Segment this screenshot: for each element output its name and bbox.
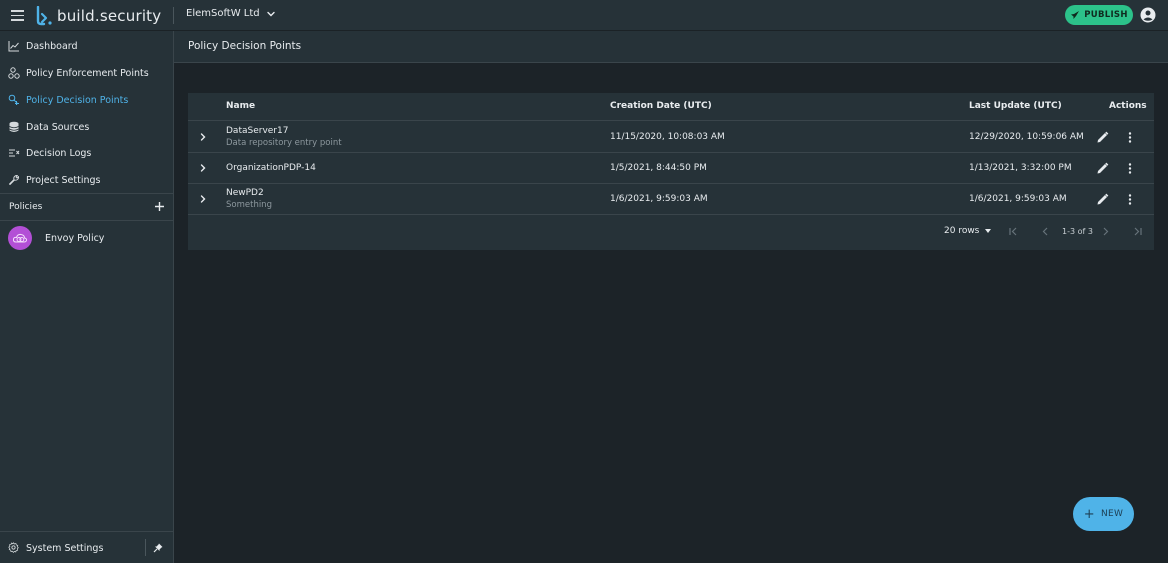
row-description: Data repository entry point <box>226 138 342 148</box>
row-creation-date: 11/15/2020, 10:08:03 AM <box>610 132 725 142</box>
sidebar-item-label: Project Settings <box>26 174 101 186</box>
edit-pencil-icon[interactable] <box>1096 193 1109 206</box>
sidebar: Dashboard Policy Enforcement Points Poli… <box>0 31 174 563</box>
sidebar-item-project-settings[interactable]: Project Settings <box>0 167 173 193</box>
brand-logo[interactable]: build.security <box>36 4 161 28</box>
rocket-icon <box>1071 11 1080 19</box>
sidebar-item-dashboard[interactable]: Dashboard <box>0 33 173 59</box>
plus-icon: + <box>1083 506 1095 522</box>
top-bar: build.security ElemSoftW Ltd PUBLISH <box>0 0 1168 31</box>
more-vertical-icon[interactable] <box>1125 162 1135 175</box>
database-icon <box>9 121 19 132</box>
sidebar-item-policy-enforcement-points[interactable]: Policy Enforcement Points <box>0 60 173 86</box>
sidebar-divider <box>0 531 173 532</box>
table-row[interactable]: NewPD2 Something 1/6/2021, 9:59:03 AM 1/… <box>188 184 1154 215</box>
sidebar-item-label: Decision Logs <box>26 147 92 159</box>
sidebar-item-data-sources[interactable]: Data Sources <box>0 114 173 140</box>
next-page-icon[interactable] <box>1100 226 1111 237</box>
row-last-update: 1/13/2021, 3:32:00 PM <box>969 163 1072 173</box>
pagination-range: 1-3 of 3 <box>1062 227 1093 236</box>
column-header-creation-date[interactable]: Creation Date (UTC) <box>610 101 712 111</box>
cloud-policy-icon <box>8 226 32 250</box>
previous-page-icon[interactable] <box>1040 226 1051 237</box>
column-header-name[interactable]: Name <box>226 101 255 111</box>
sidebar-item-policy-decision-points[interactable]: Policy Decision Points <box>0 87 173 113</box>
column-header-actions: Actions <box>1109 101 1147 111</box>
table-pagination: 20 rows 1-3 of 3 <box>188 214 1154 250</box>
more-vertical-icon[interactable] <box>1125 131 1135 144</box>
sidebar-divider <box>0 220 173 221</box>
rows-per-page-value: 20 rows <box>944 226 980 236</box>
chevron-right-icon[interactable] <box>198 132 208 142</box>
gear-icon <box>8 542 19 553</box>
row-description: Something <box>226 200 272 210</box>
sidebar-item-label: Policy Decision Points <box>26 94 129 106</box>
publish-label: PUBLISH <box>1084 10 1128 20</box>
last-page-icon[interactable] <box>1132 226 1143 237</box>
wrench-icon <box>9 175 19 185</box>
chevron-down-icon <box>266 11 275 16</box>
new-button-label: NEW <box>1100 509 1124 519</box>
sidebar-item-label: Policy Enforcement Points <box>26 67 149 79</box>
table-row[interactable]: OrganizationPDP-14 1/5/2021, 8:44:50 PM … <box>188 153 1154 184</box>
row-creation-date: 1/5/2021, 8:44:50 PM <box>610 163 707 173</box>
chart-line-icon <box>8 41 19 52</box>
more-vertical-icon[interactable] <box>1125 193 1135 206</box>
sidebar-item-decision-logs[interactable]: Decision Logs <box>0 140 173 166</box>
add-policy-icon[interactable] <box>154 201 165 212</box>
sidebar-policy-envoy[interactable]: Envoy Policy <box>0 226 173 250</box>
row-last-update: 1/6/2021, 9:59:03 AM <box>969 194 1067 204</box>
system-settings-button[interactable]: System Settings <box>0 534 145 560</box>
row-creation-date: 1/6/2021, 9:59:03 AM <box>610 194 708 204</box>
table-row[interactable]: DataServer17 Data repository entry point… <box>188 122 1154 153</box>
new-pdp-button[interactable]: + NEW <box>1073 497 1134 531</box>
edit-pencil-icon[interactable] <box>1096 131 1109 144</box>
table-header-row: Name Creation Date (UTC) Last Update (UT… <box>188 93 1154 121</box>
page-header: Policy Decision Points <box>174 31 1168 63</box>
policies-section-header: Policies <box>0 194 173 220</box>
user-account-icon[interactable] <box>1140 7 1156 23</box>
brand-logo-mark-icon <box>36 6 52 26</box>
system-settings-label: System Settings <box>26 543 104 554</box>
decision-icon <box>8 94 19 105</box>
pdp-table: Name Creation Date (UTC) Last Update (UT… <box>188 93 1154 250</box>
pin-divider <box>145 539 146 556</box>
first-page-icon[interactable] <box>1008 226 1019 237</box>
rows-per-page-select[interactable]: 20 rows <box>944 226 992 236</box>
row-last-update: 12/29/2020, 10:59:06 AM <box>969 132 1084 142</box>
policies-label: Policies <box>9 202 43 212</box>
pin-icon[interactable] <box>153 543 163 553</box>
sidebar-item-label: Data Sources <box>26 121 90 133</box>
publish-button[interactable]: PUBLISH <box>1065 5 1133 25</box>
sidebar-item-label: Dashboard <box>26 40 78 52</box>
page-title: Policy Decision Points <box>188 40 302 52</box>
policy-label: Envoy Policy <box>45 233 105 244</box>
row-name: OrganizationPDP-14 <box>226 163 316 173</box>
organization-selector[interactable]: ElemSoftW Ltd <box>186 8 276 19</box>
hamburger-menu-icon[interactable] <box>11 10 24 21</box>
chevron-right-icon[interactable] <box>198 163 208 173</box>
column-header-last-update[interactable]: Last Update (UTC) <box>969 101 1062 111</box>
brand-name: build.security <box>57 7 162 25</box>
chevron-right-icon[interactable] <box>198 194 208 204</box>
organization-name: ElemSoftW Ltd <box>186 8 260 19</box>
row-name: NewPD2 <box>226 188 264 198</box>
logs-icon <box>9 149 20 157</box>
edit-pencil-icon[interactable] <box>1096 162 1109 175</box>
caret-down-icon <box>985 229 992 233</box>
row-name: DataServer17 <box>226 126 289 136</box>
topbar-divider <box>173 7 174 24</box>
nodes-icon <box>8 67 20 79</box>
